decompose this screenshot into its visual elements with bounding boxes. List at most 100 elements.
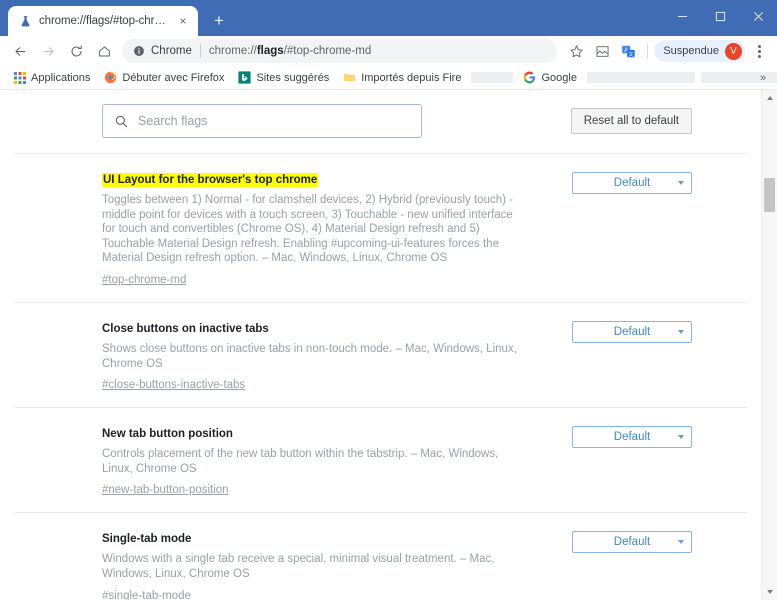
flag-control: Default xyxy=(572,424,692,449)
flag-anchor-link[interactable]: #single-tab-mode xyxy=(102,589,191,600)
scroll-down-arrow-icon[interactable] xyxy=(762,584,777,600)
browser-window: chrome://flags/#top-chrome-md × + xyxy=(0,0,777,600)
flag-select[interactable]: Default xyxy=(572,172,692,194)
bookmark-importes-depuis-firefox[interactable]: Importés depuis Fire xyxy=(336,68,468,88)
maximize-button[interactable] xyxy=(701,0,739,32)
chrome-menu-button[interactable] xyxy=(747,38,771,64)
flag-select-value: Default xyxy=(613,431,651,444)
flag-control: Default xyxy=(572,319,692,343)
flag-description: Windows with a single tab receive a spec… xyxy=(102,553,495,580)
bookmark-placeholder xyxy=(471,72,514,83)
bookmark-label: Applications xyxy=(31,71,91,84)
flag-description: Controls placement of the new tab button… xyxy=(102,448,499,475)
page-viewport: Search flags Reset all to default UI Lay… xyxy=(0,90,777,600)
omnibox-divider xyxy=(199,44,201,58)
flag-info: Single-tab mode Windows with a single ta… xyxy=(102,529,518,600)
chevron-down-icon xyxy=(678,329,684,334)
flag-select[interactable]: Default xyxy=(572,531,692,554)
close-button[interactable] xyxy=(739,0,777,32)
flag-title: New tab button position xyxy=(102,428,233,441)
bookmark-google[interactable]: Google xyxy=(516,68,583,88)
bookmark-label: Google xyxy=(541,71,577,84)
avatar: V xyxy=(725,42,742,60)
flag-info: UI Layout for the browser's top chrome T… xyxy=(102,170,518,288)
forward-button[interactable] xyxy=(34,37,62,65)
flag-select[interactable]: Default xyxy=(572,426,692,449)
flag-select-value: Default xyxy=(613,177,651,189)
flag-info: New tab button position Controls placeme… xyxy=(102,424,518,498)
flag-description: Toggles between 1) Normal - for clamshel… xyxy=(102,194,513,265)
toolbar-divider xyxy=(647,43,649,59)
flag-description: Shows close buttons on inactive tabs in … xyxy=(102,342,517,370)
new-tab-button[interactable]: + xyxy=(206,7,232,33)
image-icon[interactable] xyxy=(589,38,615,64)
folder-icon xyxy=(343,71,356,84)
translate-icon[interactable]: A 文 xyxy=(615,38,641,64)
home-button[interactable] xyxy=(90,37,118,65)
menu-dot xyxy=(757,49,761,53)
firefox-icon xyxy=(104,71,117,84)
flag-control: Default xyxy=(572,529,692,554)
menu-dot xyxy=(757,54,761,58)
flag-title: UI Layout for the browser's top chrome xyxy=(102,173,319,187)
scroll-up-arrow-icon[interactable] xyxy=(762,90,777,106)
bookmark-debuter-avec-firefox[interactable]: Débuter avec Firefox xyxy=(97,68,231,88)
address-bar[interactable]: Chrome chrome://flags/#top-chrome-md xyxy=(122,39,558,63)
flag-title: Close buttons on inactive tabs xyxy=(102,322,269,335)
flag-anchor-link[interactable]: #new-tab-button-position xyxy=(102,483,229,497)
flag-row: UI Layout for the browser's top chrome T… xyxy=(14,154,747,303)
flag-control: Default xyxy=(572,170,692,194)
bing-icon xyxy=(238,71,252,84)
bookmarks-bar: Applications Débuter avec Firefox Sites … xyxy=(0,66,777,90)
flag-select[interactable]: Default xyxy=(572,320,692,343)
back-button[interactable] xyxy=(6,37,34,65)
url-bold-segment: flags xyxy=(256,45,284,57)
tab-strip: chrome://flags/#top-chrome-md × + xyxy=(0,0,777,36)
window-controls xyxy=(663,0,777,32)
flag-select-value: Default xyxy=(613,536,651,549)
toolbar-actions: A 文 Suspendue V xyxy=(563,38,771,64)
flag-anchor-link[interactable]: #close-buttons-inactive-tabs xyxy=(102,378,245,392)
flag-row: Close buttons on inactive tabs Shows clo… xyxy=(14,303,747,409)
chevron-down-icon xyxy=(678,181,684,185)
search-icon xyxy=(114,114,129,129)
profile-name: Suspendue xyxy=(663,45,719,57)
url-prefix: chrome:// xyxy=(208,45,257,57)
scrollbar-thumb[interactable] xyxy=(764,178,775,212)
profile-button[interactable]: Suspendue V xyxy=(654,40,745,62)
chevron-down-icon xyxy=(678,540,684,545)
reset-all-to-default-button[interactable]: Reset all to default xyxy=(570,108,692,134)
omnibox-scheme-label: Chrome xyxy=(151,45,192,57)
tab-chrome-flags[interactable]: chrome://flags/#top-chrome-md × xyxy=(8,6,198,36)
search-placeholder: Search flags xyxy=(138,114,208,128)
flag-anchor-link[interactable]: #top-chrome-md xyxy=(102,273,186,287)
bookmark-star-icon[interactable] xyxy=(563,38,589,64)
flask-icon xyxy=(18,14,32,28)
minimize-button[interactable] xyxy=(663,0,701,32)
flag-row: Single-tab mode Windows with a single ta… xyxy=(14,513,747,600)
bookmarks-overflow-button[interactable]: » xyxy=(755,69,771,86)
browser-toolbar: Chrome chrome://flags/#top-chrome-md A 文… xyxy=(0,36,777,66)
omnibox-url: chrome://flags/#top-chrome-md xyxy=(209,45,539,57)
bookmark-label: Sites suggérés xyxy=(256,71,330,84)
bookmark-sites-suggeres[interactable]: Sites suggérés xyxy=(231,68,336,88)
flag-title: Single-tab mode xyxy=(102,533,192,546)
bookmark-label: Débuter avec Firefox xyxy=(122,71,225,84)
apps-grid-icon xyxy=(13,71,26,84)
search-input[interactable]: Search flags xyxy=(102,104,422,138)
bookmark-placeholder xyxy=(586,72,695,83)
bookmark-applications[interactable]: Applications xyxy=(6,68,97,88)
flag-info: Close buttons on inactive tabs Shows clo… xyxy=(102,319,518,393)
page-scrollbar[interactable] xyxy=(761,90,777,600)
flags-page: Search flags Reset all to default UI Lay… xyxy=(0,90,761,600)
flag-select-value: Default xyxy=(613,325,651,338)
close-icon[interactable]: × xyxy=(176,14,190,28)
flags-search-row: Search flags Reset all to default xyxy=(14,90,747,154)
url-suffix: /#top-chrome-md xyxy=(283,45,372,57)
info-circle-icon xyxy=(132,45,145,58)
google-g-icon xyxy=(523,71,536,84)
flag-row: New tab button position Controls placeme… xyxy=(14,408,747,514)
bookmark-label: Importés depuis Fire xyxy=(361,71,462,84)
flags-list: UI Layout for the browser's top chrome T… xyxy=(0,154,761,600)
reload-button[interactable] xyxy=(62,37,90,65)
